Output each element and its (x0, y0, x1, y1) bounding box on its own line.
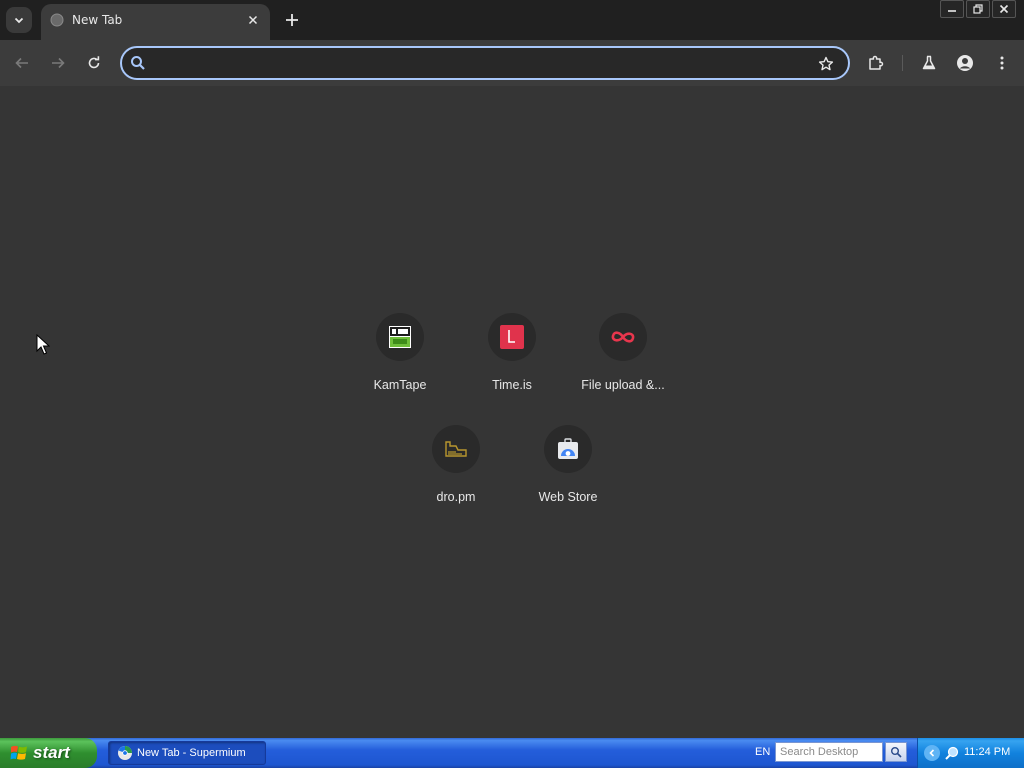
arrow-left-icon (15, 57, 28, 69)
network-search-icon[interactable] (944, 745, 960, 761)
minimize-button[interactable] (940, 0, 964, 18)
shortcut-label: Time.is (492, 378, 532, 392)
shortcut-timeis[interactable]: Time.is (456, 313, 568, 413)
reload-button[interactable] (82, 51, 106, 75)
shortcut-kamtape[interactable]: KamTape (344, 313, 456, 413)
shortcut-label: KamTape (373, 378, 427, 392)
address-bar[interactable] (120, 46, 850, 80)
mouse-cursor-icon (36, 334, 50, 355)
start-button[interactable]: start (0, 738, 97, 768)
desktop-search-button[interactable] (885, 742, 907, 762)
minimize-icon (948, 10, 956, 12)
globe-icon (50, 13, 64, 27)
tab-close-button[interactable] (244, 11, 262, 29)
address-input[interactable] (152, 53, 812, 73)
restore-button[interactable] (966, 0, 990, 18)
search-icon (891, 747, 902, 758)
plus-icon (286, 14, 298, 26)
kamtape-favicon-icon (389, 326, 411, 348)
restore-icon (973, 4, 983, 14)
chevron-down-icon (14, 17, 24, 24)
system-clock[interactable]: 11:24 PM (964, 746, 1010, 758)
taskbar-item-browser[interactable]: New Tab - Supermium (108, 741, 266, 765)
extensions-button[interactable] (864, 51, 888, 75)
web-store-icon (558, 438, 578, 459)
shortcut-label: File upload &... (581, 378, 665, 392)
shortcut-icon-container (432, 425, 480, 473)
shortcut-icon-container (544, 425, 592, 473)
flask-icon (922, 55, 936, 70)
new-tab-button[interactable] (280, 8, 304, 32)
shortcut-label: Web Store (538, 490, 598, 504)
toolbar-divider (902, 55, 903, 71)
chevron-left-icon (929, 749, 935, 757)
tab-new-tab[interactable]: New Tab (41, 4, 270, 40)
browser-toolbar (0, 40, 1024, 86)
taskbar: start New Tab - Supermium EN Search Desk… (0, 738, 1024, 768)
start-label: start (33, 743, 70, 762)
arrow-right-icon (52, 57, 65, 69)
star-icon (818, 56, 834, 71)
tab-search-button[interactable] (6, 7, 32, 33)
desktop-search-field[interactable]: Search Desktop (775, 742, 883, 762)
shortcut-web-store[interactable]: Web Store (512, 425, 624, 525)
menu-button[interactable] (990, 51, 1014, 75)
labs-button[interactable] (917, 51, 941, 75)
browser-app-icon (118, 746, 132, 760)
taskbar-item-label: New Tab - Supermium (137, 747, 246, 759)
shortcut-icon-container (376, 313, 424, 361)
shortcut-file-upload[interactable]: File upload &... (567, 313, 679, 413)
shortcut-icon-container (599, 313, 647, 361)
new-tab-page: KamTape Time.is File upload &... dro.pm (0, 86, 1024, 738)
bookmark-button[interactable] (816, 54, 836, 74)
forward-button[interactable] (46, 51, 70, 75)
shortcut-dropm[interactable]: dro.pm (400, 425, 512, 525)
profile-button[interactable] (953, 51, 977, 75)
window-controls (940, 0, 1016, 20)
shortcut-label: dro.pm (436, 490, 476, 504)
language-indicator[interactable]: EN (755, 746, 770, 758)
close-icon (999, 4, 1009, 14)
system-tray: 11:24 PM (917, 738, 1024, 768)
reload-icon (88, 56, 100, 69)
search-icon (131, 56, 145, 70)
dropm-favicon-icon (445, 441, 467, 457)
account-icon (957, 55, 973, 71)
show-hidden-icons-button[interactable] (924, 745, 940, 761)
infinity-icon (611, 331, 635, 343)
shortcut-icon-container (488, 313, 536, 361)
windows-logo-icon (10, 745, 27, 760)
close-icon (248, 15, 258, 25)
close-window-button[interactable] (992, 0, 1016, 18)
tab-strip: New Tab (0, 0, 1024, 40)
timeis-favicon-icon (500, 325, 524, 349)
tab-title: New Tab (72, 13, 123, 27)
puzzle-icon (869, 55, 884, 70)
back-button[interactable] (10, 51, 34, 75)
more-vertical-icon (1000, 56, 1004, 70)
